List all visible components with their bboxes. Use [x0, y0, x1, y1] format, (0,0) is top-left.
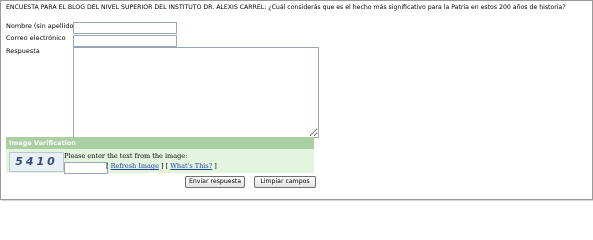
- captcha-links: [ Refresh Image ] [ What's This? ]: [106, 162, 217, 171]
- image-verification-panel: 5410 Please enter the text from the imag…: [6, 149, 314, 174]
- captcha-prompt: Please enter the text from the image:: [64, 152, 188, 160]
- name-label: Nombre (sin apellido): [6, 22, 76, 30]
- bracket-close: ]: [214, 162, 217, 170]
- answer-textarea[interactable]: [73, 47, 319, 138]
- survey-question: ENCUESTA PARA EL BLOG DEL NIVEL SUPERIOR…: [6, 4, 566, 11]
- email-field[interactable]: [73, 35, 177, 47]
- name-field[interactable]: [73, 22, 177, 34]
- answer-label: Respuesta: [6, 47, 40, 55]
- bracket-open: [: [106, 162, 109, 170]
- image-verification-header: Image Verification: [6, 137, 314, 149]
- whats-this-link[interactable]: What's This?: [170, 162, 212, 170]
- email-label: Correo electrónico: [6, 34, 66, 42]
- send-response-button[interactable]: Enviar respuesta: [185, 176, 245, 188]
- refresh-image-link[interactable]: Refresh Image: [111, 162, 159, 170]
- captcha-image: 5410: [9, 152, 64, 172]
- captcha-input[interactable]: [64, 162, 108, 174]
- clear-fields-button[interactable]: Limpiar campos: [254, 176, 316, 188]
- bracket-mid: ] [: [161, 162, 169, 170]
